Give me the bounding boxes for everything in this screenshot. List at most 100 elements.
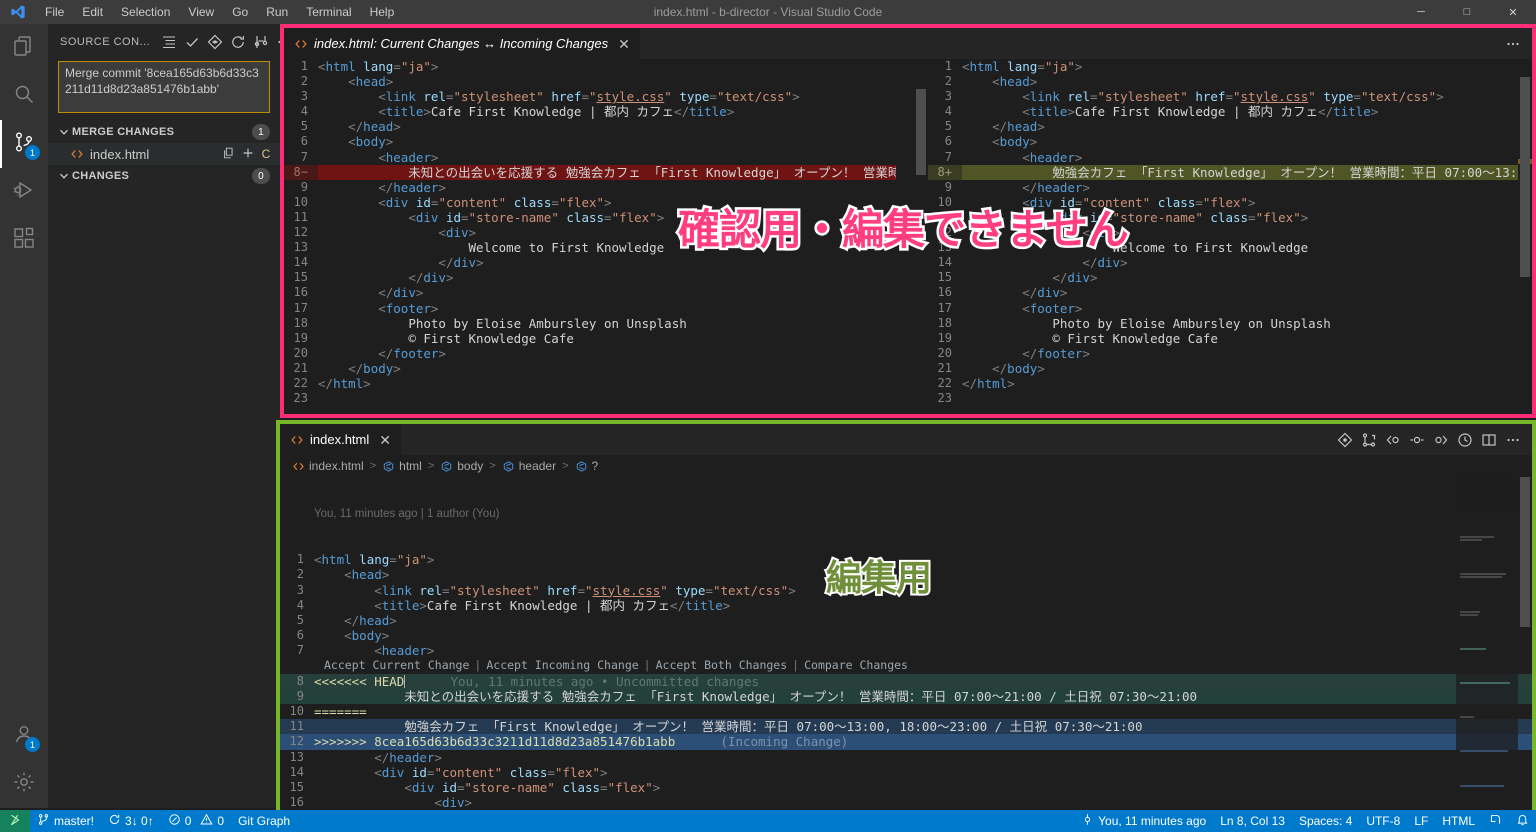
commit-check-icon[interactable] [181, 31, 203, 53]
line-content[interactable]: </head> [318, 119, 896, 134]
activity-run-debug[interactable] [0, 168, 48, 216]
go-previous-conflict-icon[interactable] [1382, 429, 1404, 451]
line-content[interactable]: © First Knowledge Cafe [318, 331, 896, 346]
line-content[interactable]: </html> [962, 376, 1524, 391]
line-content[interactable]: </div> [962, 285, 1524, 300]
activity-explorer[interactable] [0, 24, 48, 72]
line-content[interactable]: <title>Cafe First Knowledge | 都内 カフェ</ti… [314, 598, 1532, 613]
line-content[interactable]: <div id="content" class="flex"> [314, 765, 1532, 780]
line-content[interactable]: <footer> [962, 301, 1524, 316]
more-actions-icon[interactable] [1502, 429, 1524, 451]
line-content[interactable]: <footer> [318, 301, 896, 316]
line-content[interactable]: </div> [962, 255, 1524, 270]
close-icon[interactable]: ✕ [618, 37, 630, 51]
line-content[interactable]: >>>>>>> 8cea165d63b6d33c3211d11d8d23a851… [314, 734, 1532, 749]
menu-help[interactable]: Help [361, 0, 404, 24]
menu-file[interactable]: File [36, 0, 73, 24]
file-row-index-html[interactable]: index.html C [48, 143, 280, 165]
line-content[interactable]: <div id="content" class="flex"> [962, 195, 1524, 210]
menu-run[interactable]: Run [257, 0, 297, 24]
activity-search[interactable] [0, 72, 48, 120]
line-content[interactable]: </footer> [318, 346, 896, 361]
line-content[interactable]: <div> [314, 795, 1532, 810]
line-content[interactable]: <link rel="stylesheet" href="style.css" … [314, 583, 1532, 598]
line-content[interactable]: </html> [318, 376, 896, 391]
line-content[interactable]: <head> [962, 74, 1524, 89]
line-content[interactable]: <header> [314, 643, 1532, 658]
status-feedback[interactable] [1482, 810, 1509, 832]
line-content[interactable]: </body> [962, 361, 1524, 376]
commit-message-input[interactable]: Merge commit '8cea165d63b6d33c3211d11d8d… [58, 61, 270, 113]
line-content[interactable]: </footer> [962, 346, 1524, 361]
tab-diff-index-html[interactable]: index.html: Current Changes ↔ Incoming C… [284, 28, 641, 59]
line-content[interactable]: © First Knowledge Cafe [962, 331, 1524, 346]
status-blame[interactable]: You, 11 minutes ago [1074, 810, 1213, 832]
line-content[interactable]: <html lang="ja"> [962, 59, 1524, 74]
tab-index-html[interactable]: index.html ✕ [280, 424, 402, 455]
merge-changes-header[interactable]: MERGE CHANGES 1 [48, 121, 280, 143]
diff-pane-modified[interactable]: 1 <html lang="ja"> 2 <head> 3 <link rel="st… [928, 59, 1524, 414]
line-content[interactable]: </div> [318, 285, 896, 300]
line-content[interactable]: <body> [962, 134, 1524, 149]
split-editor-icon[interactable] [1478, 429, 1500, 451]
editor-lines[interactable]: 1 <html lang="ja"> 2 <head> 3 <link rel="st… [280, 552, 1532, 814]
codelens-action-accept-incoming-change[interactable]: Accept Incoming Change [486, 658, 638, 673]
go-next-conflict-icon[interactable] [1430, 429, 1452, 451]
menu-go[interactable]: Go [223, 0, 257, 24]
line-content[interactable]: <div id="store-name" class="flex"> [314, 780, 1532, 795]
go-current-conflict-icon[interactable] [1406, 429, 1428, 451]
status-problems[interactable]: 0 0 [161, 810, 231, 832]
timeline-icon[interactable] [1454, 429, 1476, 451]
codelens-action-accept-current-change[interactable]: Accept Current Change [324, 658, 469, 673]
line-content[interactable]: 勉強会カフェ 「First Knowledge」 オープン！ 営業時間：平日 0… [314, 719, 1532, 734]
line-content[interactable]: <head> [318, 74, 896, 89]
status-indentation[interactable]: Spaces: 4 [1292, 810, 1359, 832]
more-actions-icon[interactable] [1502, 33, 1524, 55]
breadcrumb[interactable]: index.html > html > body > header > ? [280, 455, 1532, 477]
close-icon[interactable]: ✕ [379, 433, 391, 447]
git-diamond-icon[interactable] [204, 31, 226, 53]
editor-body[interactable]: You, 11 minutes ago | 1 author (You) 1 <h… [280, 477, 1532, 814]
line-content[interactable]: Welcome to First Knowledge [318, 240, 896, 255]
status-notifications[interactable] [1509, 810, 1536, 832]
status-sync[interactable]: 3↓ 0↑ [101, 810, 161, 832]
remote-indicator[interactable] [0, 810, 30, 832]
line-content[interactable]: <div id="store-name" class="flex"> [962, 210, 1524, 225]
line-content[interactable]: ======= [314, 704, 1532, 719]
line-content[interactable]: <link rel="stylesheet" href="style.css" … [318, 89, 896, 104]
diff-left-scrollbar[interactable] [916, 89, 926, 175]
line-content[interactable]: <html lang="ja"> [318, 59, 896, 74]
breadcrumb-symbol-unknown[interactable]: ? [575, 459, 598, 473]
menu-bar[interactable]: File Edit Selection View Go Run Terminal… [36, 0, 403, 24]
line-content[interactable]: </head> [314, 613, 1532, 628]
line-content[interactable]: <link rel="stylesheet" href="style.css" … [962, 89, 1524, 104]
merge-editor-icon[interactable] [1358, 429, 1380, 451]
status-encoding[interactable]: UTF-8 [1359, 810, 1407, 832]
line-content[interactable]: Welcome to First Knowledge [962, 240, 1524, 255]
line-content[interactable]: </div> [962, 270, 1524, 285]
minimap[interactable] [1456, 477, 1518, 814]
changes-header[interactable]: CHANGES 0 [48, 165, 280, 187]
line-content[interactable]: <html lang="ja"> [314, 552, 1532, 567]
menu-edit[interactable]: Edit [73, 0, 112, 24]
diff-pane-original[interactable]: 1 <html lang="ja"> 2 <head> 3 <link rel="st… [284, 59, 896, 414]
line-content[interactable]: <title>Cafe First Knowledge | 都内 カフェ</ti… [318, 104, 896, 119]
minimize-button[interactable]: ─ [1398, 0, 1444, 24]
line-content[interactable]: <div> [318, 225, 896, 240]
activity-accounts[interactable]: 1 [0, 712, 48, 760]
line-content[interactable]: <header> [962, 150, 1524, 165]
line-content[interactable]: </div> [318, 270, 896, 285]
line-content[interactable]: </head> [962, 119, 1524, 134]
line-content[interactable]: <head> [314, 567, 1532, 582]
line-content[interactable]: </header> [314, 750, 1532, 765]
editor-scrollbar[interactable] [1520, 477, 1530, 627]
breadcrumb-file[interactable]: index.html [292, 459, 364, 473]
stage-icon[interactable] [241, 146, 255, 163]
branch-icon[interactable] [250, 31, 272, 53]
breadcrumb-symbol-body[interactable]: body [440, 459, 483, 473]
menu-view[interactable]: View [179, 0, 223, 24]
status-branch[interactable]: master! [30, 810, 101, 832]
stash-icon[interactable] [222, 146, 236, 163]
breadcrumb-symbol-header[interactable]: header [502, 459, 556, 473]
line-content[interactable]: <div> [962, 225, 1524, 240]
